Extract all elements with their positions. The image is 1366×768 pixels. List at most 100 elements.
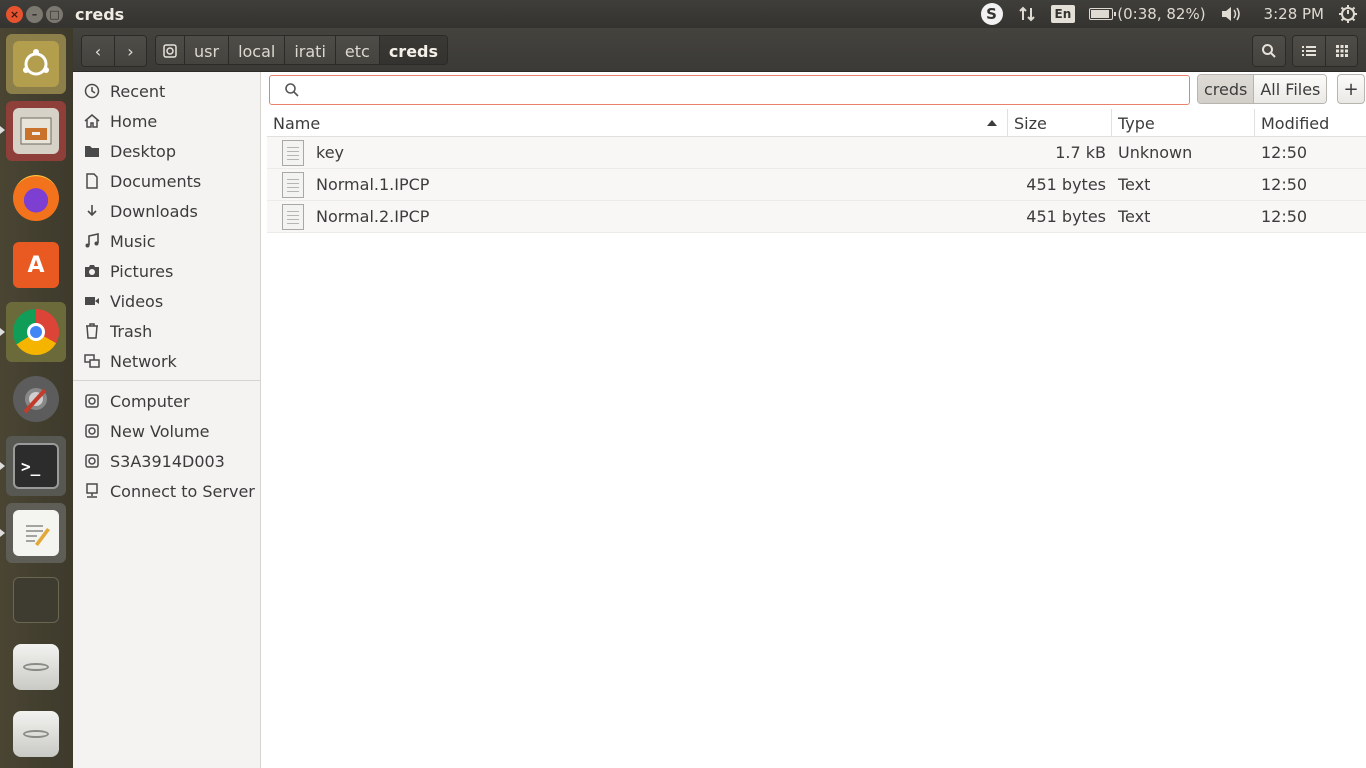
path-root-button[interactable]	[156, 36, 184, 64]
sidebar-item-label: Computer	[110, 391, 190, 411]
document-icon	[84, 173, 100, 189]
sidebar-item-trash[interactable]: Trash	[73, 316, 260, 346]
sidebar-item-documents[interactable]: Documents	[73, 166, 260, 196]
keyboard-indicator[interactable]: En	[1050, 5, 1076, 23]
column-header-name[interactable]: Name	[267, 109, 1008, 137]
chrome-button[interactable]	[6, 302, 66, 362]
software-center-button[interactable]: A	[6, 235, 66, 295]
firefox-icon	[13, 175, 59, 221]
skype-icon: S	[980, 3, 1003, 25]
table-row[interactable]: Normal.2.IPCP 451 bytes Text 12:50	[267, 201, 1366, 233]
clock-indicator[interactable]: 3:28 PM	[1264, 5, 1324, 23]
system-settings-button[interactable]	[6, 369, 66, 429]
running-indicator	[0, 126, 5, 134]
minimize-button[interactable]: –	[26, 5, 43, 23]
workspace-switcher-button[interactable]	[6, 570, 66, 630]
top-panel: × – □ creds S En (0:38, 82%) 3:28 PM	[0, 0, 1366, 28]
sidebar-item-label: Videos	[110, 291, 164, 311]
path-crumb-irati[interactable]: irati	[284, 36, 335, 64]
search-input[interactable]	[308, 77, 1189, 103]
file-name-cell: Normal.2.IPCP	[267, 201, 1008, 232]
sidebar-item-videos[interactable]: Videos	[73, 286, 260, 316]
network-indicator[interactable]	[1017, 4, 1037, 24]
sidebar-item-label: Desktop	[110, 141, 176, 161]
search-button[interactable]	[1253, 36, 1285, 66]
home-icon	[84, 113, 100, 129]
column-header-modified[interactable]: Modified	[1255, 109, 1366, 137]
running-indicator	[0, 462, 5, 470]
path-crumb-creds[interactable]: creds	[378, 36, 448, 64]
back-button[interactable]: ‹	[82, 36, 114, 66]
files-app-button[interactable]	[6, 101, 66, 161]
sidebar-item-s3a3914d003[interactable]: S3A3914D003	[73, 446, 260, 476]
column-header-size[interactable]: Size	[1008, 109, 1112, 137]
file-name-cell: Normal.1.IPCP	[267, 169, 1008, 200]
speaker-icon	[1221, 7, 1240, 21]
folder-icon	[84, 143, 100, 159]
file-modified: 12:50	[1261, 143, 1308, 162]
drive-icon	[84, 423, 100, 439]
sidebar-item-desktop[interactable]: Desktop	[73, 136, 260, 166]
grid-view-button[interactable]	[1325, 36, 1357, 66]
list-view-icon	[1302, 46, 1316, 56]
path-bar: usr local irati etc creds	[155, 35, 449, 65]
window-controls: × – □	[6, 5, 63, 23]
search-box	[269, 75, 1190, 105]
network-transfer-icon	[1018, 6, 1035, 22]
column-header-type[interactable]: Type	[1112, 109, 1255, 137]
music-icon	[84, 233, 100, 249]
skype-indicator[interactable]: S	[980, 3, 1003, 25]
path-crumb-usr[interactable]: usr	[184, 36, 229, 64]
file-size: 451 bytes	[1026, 175, 1106, 194]
sidebar-item-network[interactable]: Network	[73, 346, 260, 376]
path-crumb-local[interactable]: local	[228, 36, 285, 64]
clock-text: 3:28 PM	[1263, 5, 1324, 23]
close-button[interactable]: ×	[6, 5, 23, 23]
list-view-button[interactable]	[1293, 36, 1325, 66]
removable-drive-button[interactable]	[6, 704, 66, 764]
sort-ascending-icon	[987, 120, 997, 126]
path-crumb-etc[interactable]: etc	[334, 36, 379, 64]
sidebar-item-connect-to-server[interactable]: Connect to Server	[73, 476, 260, 506]
add-search-criteria-button[interactable]: +	[1337, 74, 1365, 104]
sidebar-item-music[interactable]: Music	[73, 226, 260, 256]
drive-button[interactable]	[6, 637, 66, 697]
sound-indicator[interactable]	[1220, 5, 1242, 23]
forward-button[interactable]: ›	[114, 36, 146, 66]
scope-all-files-button[interactable]: All Files	[1253, 75, 1327, 103]
sidebar-item-downloads[interactable]: Downloads	[73, 196, 260, 226]
sidebar-item-label: Music	[110, 231, 156, 251]
window-title: creds	[75, 4, 125, 24]
file-modified: 12:50	[1261, 175, 1308, 194]
navigation-buttons: ‹ ›	[81, 35, 147, 67]
text-editor-icon	[13, 510, 59, 556]
sidebar-item-computer[interactable]: Computer	[73, 386, 260, 416]
firefox-button[interactable]	[6, 168, 66, 228]
gear-icon	[1339, 5, 1357, 23]
sidebar-item-label: Trash	[110, 321, 153, 341]
sidebar-item-pictures[interactable]: Pictures	[73, 256, 260, 286]
terminal-button[interactable]: >_	[6, 436, 66, 496]
text-editor-button[interactable]	[6, 503, 66, 563]
trash-icon	[84, 323, 100, 339]
system-settings-icon	[13, 376, 59, 422]
battery-indicator[interactable]: (0:38, 82%)	[1089, 5, 1206, 23]
file-name-cell: key	[267, 137, 1008, 168]
file-name: Normal.2.IPCP	[316, 207, 430, 226]
file-type: Text	[1118, 207, 1151, 226]
download-icon	[84, 203, 100, 219]
server-icon	[84, 483, 100, 499]
scope-current-folder-button[interactable]: creds	[1198, 75, 1254, 103]
table-row[interactable]: key 1.7 kB Unknown 12:50	[267, 137, 1366, 169]
maximize-button[interactable]: □	[46, 5, 63, 23]
sidebar-item-home[interactable]: Home	[73, 106, 260, 136]
search-icon	[285, 83, 299, 97]
text-file-icon	[282, 171, 304, 198]
file-name: Normal.1.IPCP	[316, 175, 430, 194]
search-bar: creds All Files +	[261, 72, 1366, 110]
ubuntu-dash-button[interactable]	[6, 34, 66, 94]
table-row[interactable]: Normal.1.IPCP 451 bytes Text 12:50	[267, 169, 1366, 201]
session-indicator[interactable]	[1338, 4, 1358, 24]
sidebar-item-new-volume[interactable]: New Volume	[73, 416, 260, 446]
sidebar-item-recent[interactable]: Recent	[73, 76, 260, 106]
